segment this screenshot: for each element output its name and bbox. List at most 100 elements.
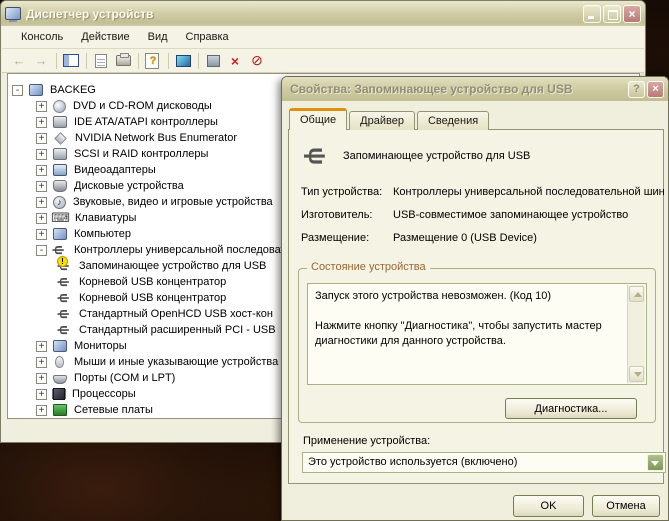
usb-device-icon: ψ xyxy=(57,277,73,287)
toolbar-separator xyxy=(138,52,139,69)
keyboard-icon: ⌨ xyxy=(51,210,70,225)
tree-item-label: NVIDIA Network Bus Enumerator xyxy=(75,132,238,144)
tab-page-general: ψ Запоминающее устройство для USB Тип ус… xyxy=(288,129,666,484)
close-button[interactable]: × xyxy=(623,4,641,23)
tree-item-label: Корневой USB концентратор xyxy=(79,292,227,304)
tree-item-label: Процессоры xyxy=(72,388,136,400)
chevron-down-icon[interactable] xyxy=(647,454,664,471)
desktop: Диспетчер устройств × Консоль Действие В… xyxy=(0,0,669,521)
diagnostics-button[interactable]: Диагностика... xyxy=(505,398,637,419)
expander-icon[interactable]: + xyxy=(36,132,47,144)
expander-icon[interactable]: + xyxy=(36,356,47,368)
properties-icon[interactable] xyxy=(92,52,110,69)
field-label: Изготовитель: xyxy=(301,209,373,221)
expander-icon[interactable]: + xyxy=(36,148,47,160)
tree-item-label: Порты (COM и LPT) xyxy=(74,372,176,384)
minimize-button[interactable] xyxy=(583,4,601,23)
toolbar-separator xyxy=(198,52,199,69)
expander-icon[interactable]: + xyxy=(36,196,47,208)
device-usage-combobox[interactable]: Это устройство используется (включено) xyxy=(302,452,666,473)
status-scrollbar[interactable] xyxy=(627,285,645,383)
field-value: Размещение 0 (USB Device) xyxy=(393,232,537,244)
tab-details[interactable]: Сведения xyxy=(416,111,490,130)
monitor-icon xyxy=(53,340,67,352)
update-driver-icon[interactable] xyxy=(204,52,222,69)
device-name: Запоминающее устройство для USB xyxy=(343,150,531,162)
expander-icon[interactable]: + xyxy=(36,404,47,416)
tree-item-label: Стандартный расширенный PCI - USB xyxy=(79,324,276,336)
field-label: Тип устройства: xyxy=(301,186,383,198)
tree-item-label: Звуковые, видео и игровые устройства xyxy=(73,196,273,208)
usb-device-icon: ψ! xyxy=(57,256,73,273)
port-icon xyxy=(53,374,67,384)
window-title: Диспетчер устройств xyxy=(26,6,154,21)
usb-controller-icon: ψ xyxy=(52,245,68,255)
network-adapter-icon xyxy=(53,404,67,416)
expander-icon[interactable]: + xyxy=(36,100,47,112)
help-icon[interactable]: ? xyxy=(144,52,162,69)
tree-item-label: Мыши и иные указывающие устройства xyxy=(74,356,279,368)
nvidia-enumerator-icon xyxy=(54,131,67,145)
tab-driver[interactable]: Драйвер xyxy=(349,111,415,130)
device-usage-label: Применение устройства: xyxy=(303,435,431,447)
scroll-down-icon[interactable] xyxy=(629,366,644,382)
tree-item-label: Видеоадаптеры xyxy=(74,164,156,176)
tree-item-label: Контроллеры универсальной последоват xyxy=(74,244,286,256)
field-value: Контроллеры универсальной последовательн… xyxy=(393,186,665,198)
expander-icon[interactable]: + xyxy=(36,164,47,176)
back-icon[interactable]: ← xyxy=(10,52,28,69)
uninstall-icon[interactable]: × xyxy=(226,52,244,69)
dialog-close-button[interactable]: × xyxy=(647,80,664,98)
field-location: Размещение: Размещение 0 (USB Device) xyxy=(301,232,653,244)
ok-button[interactable]: OK xyxy=(513,495,584,517)
expander-icon[interactable]: - xyxy=(36,244,47,256)
field-device-type: Тип устройства: Контроллеры универсально… xyxy=(301,186,665,198)
dialog-title: Свойства: Запоминающее устройство для US… xyxy=(290,82,573,96)
tree-item-label: Мониторы xyxy=(74,340,127,352)
menu-help[interactable]: Справка xyxy=(177,28,238,46)
expander-icon[interactable]: + xyxy=(36,388,47,400)
device-header: ψ Запоминающее устройство для USB xyxy=(299,142,530,170)
scsi-controller-icon xyxy=(53,148,67,160)
device-fields: Тип устройства: Контроллеры универсально… xyxy=(301,186,665,255)
tree-item-label: IDE ATA/ATAPI контроллеры xyxy=(74,116,218,128)
dialog-titlebar[interactable]: Свойства: Запоминающее устройство для US… xyxy=(282,77,668,101)
maximize-button[interactable] xyxy=(603,4,621,23)
expander-icon[interactable]: + xyxy=(36,116,47,128)
expander-icon[interactable]: + xyxy=(36,212,47,224)
tree-item-label: Запоминающее устройство для USB xyxy=(79,260,267,272)
expander-icon[interactable]: + xyxy=(36,340,47,352)
forward-icon[interactable]: → xyxy=(32,52,50,69)
menu-console[interactable]: Консоль xyxy=(12,28,72,46)
tab-general[interactable]: Общие xyxy=(289,108,348,130)
cancel-button[interactable]: Отмена xyxy=(592,495,660,517)
toolbar-separator xyxy=(56,52,57,69)
usb-device-icon: ψ xyxy=(303,146,330,166)
combobox-value: Это устройство используется (включено) xyxy=(308,456,518,468)
menu-action[interactable]: Действие xyxy=(72,28,138,46)
menu-bar: Консоль Действие Вид Справка xyxy=(2,26,644,49)
menu-view[interactable]: Вид xyxy=(139,28,177,46)
field-label: Размещение: xyxy=(301,232,370,244)
tree-item-label: Сетевые платы xyxy=(74,404,153,416)
mouse-icon xyxy=(55,356,64,368)
tree-item-label: BACKEG xyxy=(50,84,96,96)
expander-icon[interactable]: + xyxy=(36,228,47,240)
expander-icon[interactable]: + xyxy=(36,372,47,384)
status-line-1: Запуск этого устройства невозможен. (Код… xyxy=(315,290,552,302)
main-titlebar[interactable]: Диспетчер устройств × xyxy=(1,1,645,26)
tree-item-label: DVD и CD-ROM дисководы xyxy=(73,100,212,112)
disable-icon[interactable]: ⊘ xyxy=(248,52,266,69)
close-icon: × xyxy=(652,82,659,95)
scan-hardware-icon[interactable] xyxy=(174,52,192,69)
print-icon[interactable] xyxy=(114,52,132,69)
expander-icon[interactable]: - xyxy=(12,84,23,96)
scroll-up-icon[interactable] xyxy=(629,286,644,302)
device-status-text[interactable]: Запуск этого устройства невозможен. (Код… xyxy=(307,283,647,385)
expander-icon[interactable]: + xyxy=(36,180,47,192)
show-console-tree-icon[interactable] xyxy=(62,52,80,69)
tab-strip: Общие Драйвер Сведения xyxy=(289,108,491,130)
dialog-help-button[interactable]: ? xyxy=(628,80,645,98)
tree-item-label: Клавиатуры xyxy=(75,212,137,224)
toolbar-separator xyxy=(86,52,87,69)
